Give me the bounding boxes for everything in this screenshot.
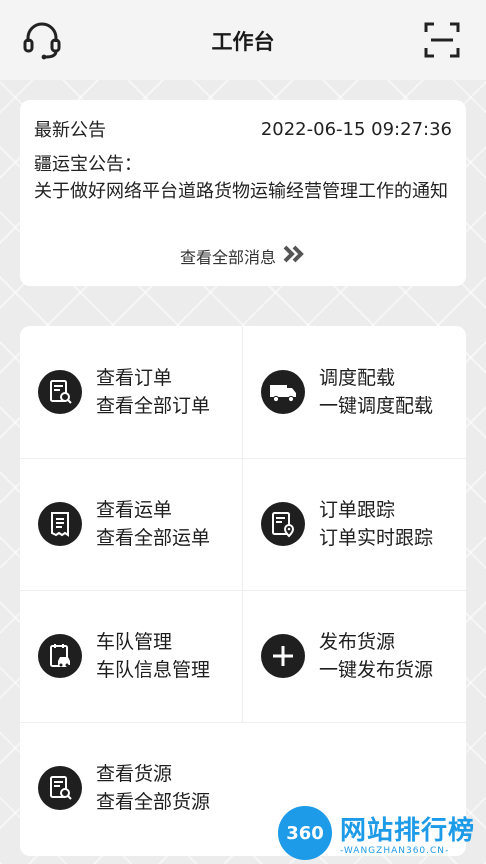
menu-item-title: 查看货源 xyxy=(96,763,173,785)
menu-item-subtitle: 查看全部货源 xyxy=(96,791,211,813)
menu-item-subtitle: 一键发布货源 xyxy=(319,659,434,681)
waybill-icon xyxy=(38,502,82,546)
menu-item-title: 发布货源 xyxy=(319,631,396,653)
notice-body[interactable]: 关于做好网络平台道路货物运输经营管理工作的通知 xyxy=(34,178,452,205)
menu-item-publish-cargo[interactable]: 发布货源 一键发布货源 xyxy=(243,590,466,722)
fleet-icon xyxy=(38,634,82,678)
double-chevron-right-icon xyxy=(282,244,306,268)
menu-grid: 查看订单 查看全部订单 调度配载 一键调度配载 查看运单 查看全部运单 订单跟踪… xyxy=(20,326,466,856)
menu-item-title: 订单跟踪 xyxy=(319,499,396,521)
menu-item-subtitle: 查看全部订单 xyxy=(96,395,211,417)
truck-icon xyxy=(261,370,305,414)
menu-item-title: 车队管理 xyxy=(96,631,173,653)
menu-item-title: 调度配载 xyxy=(319,367,396,389)
notice-label: 最新公告 xyxy=(34,120,106,141)
menu-item-title: 查看运单 xyxy=(96,499,173,521)
menu-item-subtitle: 一键调度配载 xyxy=(319,395,434,417)
menu-item-title: 查看订单 xyxy=(96,367,173,389)
menu-item-order-tracking[interactable]: 订单跟踪 订单实时跟踪 xyxy=(243,458,466,590)
menu-item-view-orders[interactable]: 查看订单 查看全部订单 xyxy=(20,326,243,458)
menu-item-view-waybills[interactable]: 查看运单 查看全部运单 xyxy=(20,458,243,590)
watermark-badge: 360 xyxy=(278,806,332,860)
notice-card[interactable]: 最新公告 2022-06-15 09:27:36 疆运宝公告： 关于做好网络平台… xyxy=(20,100,466,286)
order-track-icon xyxy=(261,502,305,546)
menu-item-dispatch[interactable]: 调度配载 一键调度配载 xyxy=(243,326,466,458)
watermark-sub: -WANGZHAN360.CN- xyxy=(340,846,450,856)
cargo-search-icon xyxy=(38,766,82,810)
watermark-text: 网站排行榜 xyxy=(340,816,476,846)
menu-item-subtitle: 订单实时跟踪 xyxy=(319,527,434,549)
order-search-icon xyxy=(38,370,82,414)
view-all-label: 查看全部消息 xyxy=(179,248,276,267)
plus-icon xyxy=(261,634,305,678)
menu-item-view-cargo[interactable]: 查看货源 查看全部货源 xyxy=(20,722,243,854)
top-bar: 工作台 xyxy=(0,0,486,80)
menu-item-subtitle: 车队信息管理 xyxy=(96,659,211,681)
page-title: 工作台 xyxy=(211,30,275,54)
menu-item-fleet-management[interactable]: 车队管理 车队信息管理 xyxy=(20,590,243,722)
scan-icon[interactable] xyxy=(420,18,464,62)
watermark: 360 网站排行榜 -WANGZHAN360.CN- xyxy=(278,804,486,864)
notice-time: 2022-06-15 09:27:36 xyxy=(260,118,452,140)
menu-item-subtitle: 查看全部运单 xyxy=(96,527,211,549)
view-all-messages-link[interactable]: 查看全部消息 xyxy=(20,244,466,268)
notice-heading: 疆运宝公告： xyxy=(34,154,142,175)
